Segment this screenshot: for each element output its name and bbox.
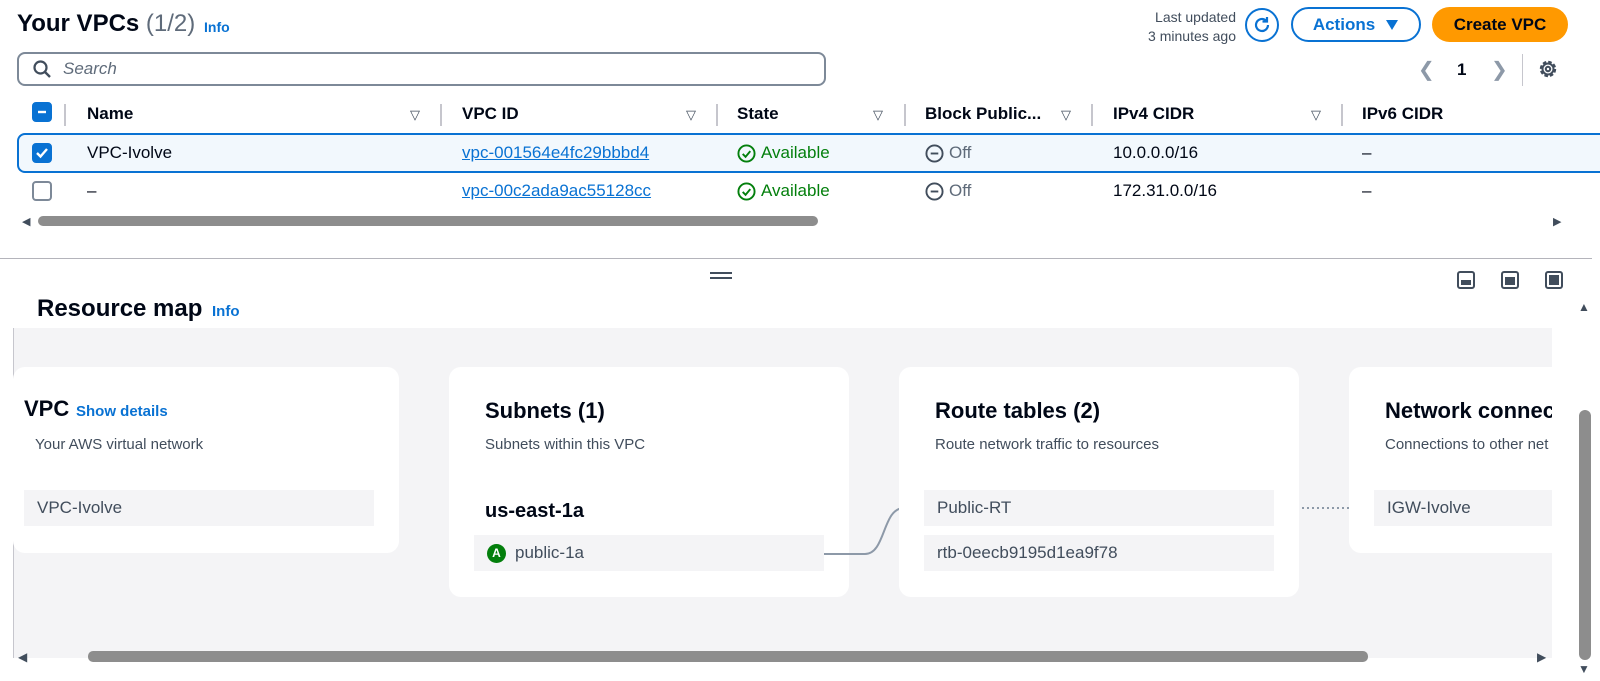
vpc-card-title: VPC xyxy=(24,396,70,421)
subnets-card-subtitle: Subnets within this VPC xyxy=(485,436,646,453)
vpc-item[interactable]: VPC-Ivolve xyxy=(24,490,374,526)
info-link[interactable]: Info xyxy=(204,19,230,35)
row-checkbox[interactable] xyxy=(32,181,52,201)
sort-icon[interactable]: ▽ xyxy=(410,107,420,123)
check-icon xyxy=(36,148,48,159)
status-off-icon xyxy=(925,181,944,201)
column-divider[interactable] xyxy=(1091,104,1093,126)
availability-zone-label: us-east-1a xyxy=(485,500,584,522)
panel-half-icon[interactable] xyxy=(1501,271,1519,289)
page-title-text: Your VPCs xyxy=(17,10,140,37)
status-available-icon xyxy=(737,181,756,201)
sort-icon[interactable]: ▽ xyxy=(873,107,883,123)
show-details-link[interactable]: Show details xyxy=(76,403,168,420)
status-off-icon xyxy=(925,143,944,163)
panel-bottom-icon[interactable] xyxy=(1457,271,1475,289)
sort-icon[interactable]: ▽ xyxy=(1311,107,1321,123)
actions-label: Actions xyxy=(1312,14,1376,34)
scroll-right-arrow[interactable]: ▶ xyxy=(1553,215,1561,228)
internet-gateway-item[interactable]: IGW-Ivolve xyxy=(1374,490,1552,526)
vertical-scrollbar-thumb[interactable] xyxy=(1579,410,1591,660)
scroll-left-arrow[interactable]: ◀ xyxy=(22,215,30,228)
subnet-availability-badge: A xyxy=(487,543,506,563)
last-updated-text: Last updated 3 minutes ago xyxy=(1100,8,1236,46)
horizontal-scrollbar-thumb[interactable] xyxy=(88,651,1368,662)
ipv6-cidr: – xyxy=(1362,143,1372,162)
select-all-checkbox[interactable] xyxy=(32,102,52,122)
column-divider[interactable] xyxy=(440,104,442,126)
state-status: Available xyxy=(737,181,830,201)
ipv6-cidr: – xyxy=(1362,181,1372,200)
block-public-text: Off xyxy=(949,181,972,200)
route-tables-card-title: Route tables (2) xyxy=(935,398,1101,423)
vpc-name: VPC-Ivolve xyxy=(87,143,173,162)
column-divider[interactable] xyxy=(1341,104,1343,126)
actions-button[interactable]: Actions xyxy=(1291,7,1421,42)
previous-page-button[interactable]: ❮ xyxy=(1418,57,1435,82)
block-public-status: Off xyxy=(925,181,971,201)
column-divider xyxy=(64,104,66,126)
horizontal-scrollbar-thumb[interactable] xyxy=(38,216,818,226)
column-header-vpc-id[interactable]: VPC ID xyxy=(462,104,519,126)
column-header-name[interactable]: Name xyxy=(87,104,133,126)
network-connections-card-title: Network connec xyxy=(1385,398,1552,423)
column-header-ipv6-cidr[interactable]: IPv6 CIDR xyxy=(1362,104,1443,126)
vpc-name: – xyxy=(87,181,97,200)
sort-icon[interactable]: ▽ xyxy=(1061,107,1071,123)
scroll-down-arrow[interactable]: ▼ xyxy=(1578,662,1590,676)
state-text: Available xyxy=(761,181,830,200)
route-tables-card-subtitle: Route network traffic to resources xyxy=(935,436,1159,453)
pagination-divider xyxy=(1522,54,1523,86)
route-table-item[interactable]: Public-RT xyxy=(924,490,1274,526)
column-divider[interactable] xyxy=(904,104,906,126)
vpc-id-link[interactable]: vpc-00c2ada9ac55128cc xyxy=(462,181,651,201)
refresh-icon xyxy=(1254,17,1270,33)
column-header-state[interactable]: State xyxy=(737,104,779,126)
block-public-text: Off xyxy=(949,143,972,162)
indeterminate-icon xyxy=(38,110,46,114)
refresh-button[interactable] xyxy=(1245,8,1279,42)
ipv4-cidr: 10.0.0.0/16 xyxy=(1113,143,1199,162)
column-header-ipv4-cidr[interactable]: IPv4 CIDR xyxy=(1113,104,1194,126)
state-text: Available xyxy=(761,143,830,162)
page-number[interactable]: 1 xyxy=(1457,60,1466,80)
subnets-card-title: Subnets (1) xyxy=(485,398,605,423)
create-vpc-button[interactable]: Create VPC xyxy=(1432,7,1568,42)
scroll-up-arrow[interactable]: ▲ xyxy=(1578,300,1590,314)
drag-handle-icon[interactable] xyxy=(710,272,732,282)
subnet-item-label: public-1a xyxy=(515,543,584,562)
sort-icon[interactable]: ▽ xyxy=(686,107,696,123)
scroll-left-arrow[interactable]: ◀ xyxy=(18,650,27,664)
scroll-right-arrow[interactable]: ▶ xyxy=(1537,650,1546,664)
next-page-button[interactable]: ❯ xyxy=(1491,57,1508,82)
gear-icon xyxy=(1539,60,1557,78)
vpc-card-subtitle: Your AWS virtual network xyxy=(35,436,204,453)
column-divider[interactable] xyxy=(716,104,718,126)
vpc-count: (1/2) xyxy=(145,10,196,37)
column-header-block-public[interactable]: Block Public... xyxy=(925,104,1041,126)
network-connections-card-subtitle: Connections to other net xyxy=(1385,436,1549,453)
search-icon xyxy=(33,60,51,78)
search-input[interactable] xyxy=(63,59,763,79)
page-title: Your VPCs (1/2) xyxy=(17,10,195,38)
ipv4-cidr: 172.31.0.0/16 xyxy=(1113,181,1217,200)
last-updated-label: Last updated xyxy=(1155,9,1236,25)
last-updated-time: 3 minutes ago xyxy=(1148,28,1236,44)
vpc-id-link[interactable]: vpc-001564e4fc29bbbd4 xyxy=(462,143,649,163)
resource-map-title: Resource map xyxy=(37,295,203,322)
search-field[interactable] xyxy=(17,52,826,86)
caret-down-icon xyxy=(1386,19,1399,30)
resource-map-info-link[interactable]: Info xyxy=(212,303,240,320)
panel-full-icon[interactable] xyxy=(1545,271,1563,289)
subnet-item[interactable]: A public-1a xyxy=(474,535,824,571)
status-available-icon xyxy=(737,143,756,163)
route-table-item[interactable]: rtb-0eecb9195d1ea9f78 xyxy=(924,535,1274,571)
block-public-status: Off xyxy=(925,143,971,163)
row-checkbox[interactable] xyxy=(32,143,52,163)
state-status: Available xyxy=(737,143,830,163)
preferences-button[interactable] xyxy=(1537,58,1559,85)
split-panel-divider xyxy=(0,258,1592,259)
